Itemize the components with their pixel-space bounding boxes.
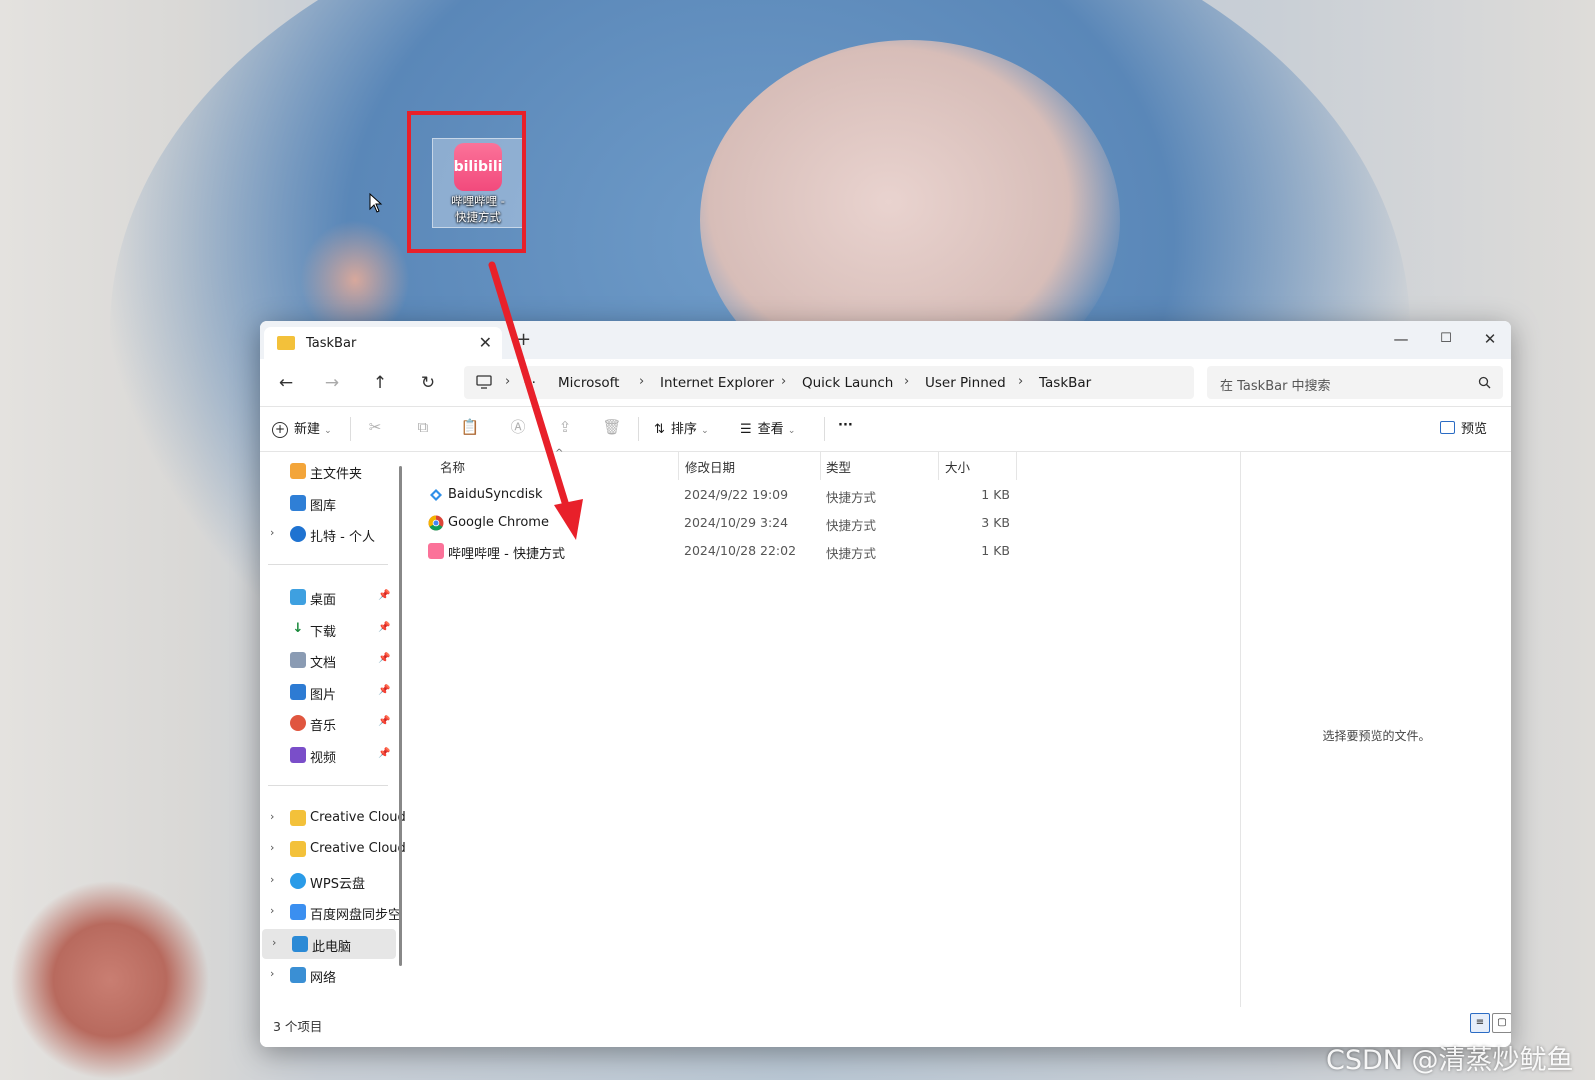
annotation-arrow bbox=[488, 261, 583, 540]
watermark: CSDN @清蒸炒鱿鱼 bbox=[1326, 1045, 1574, 1076]
